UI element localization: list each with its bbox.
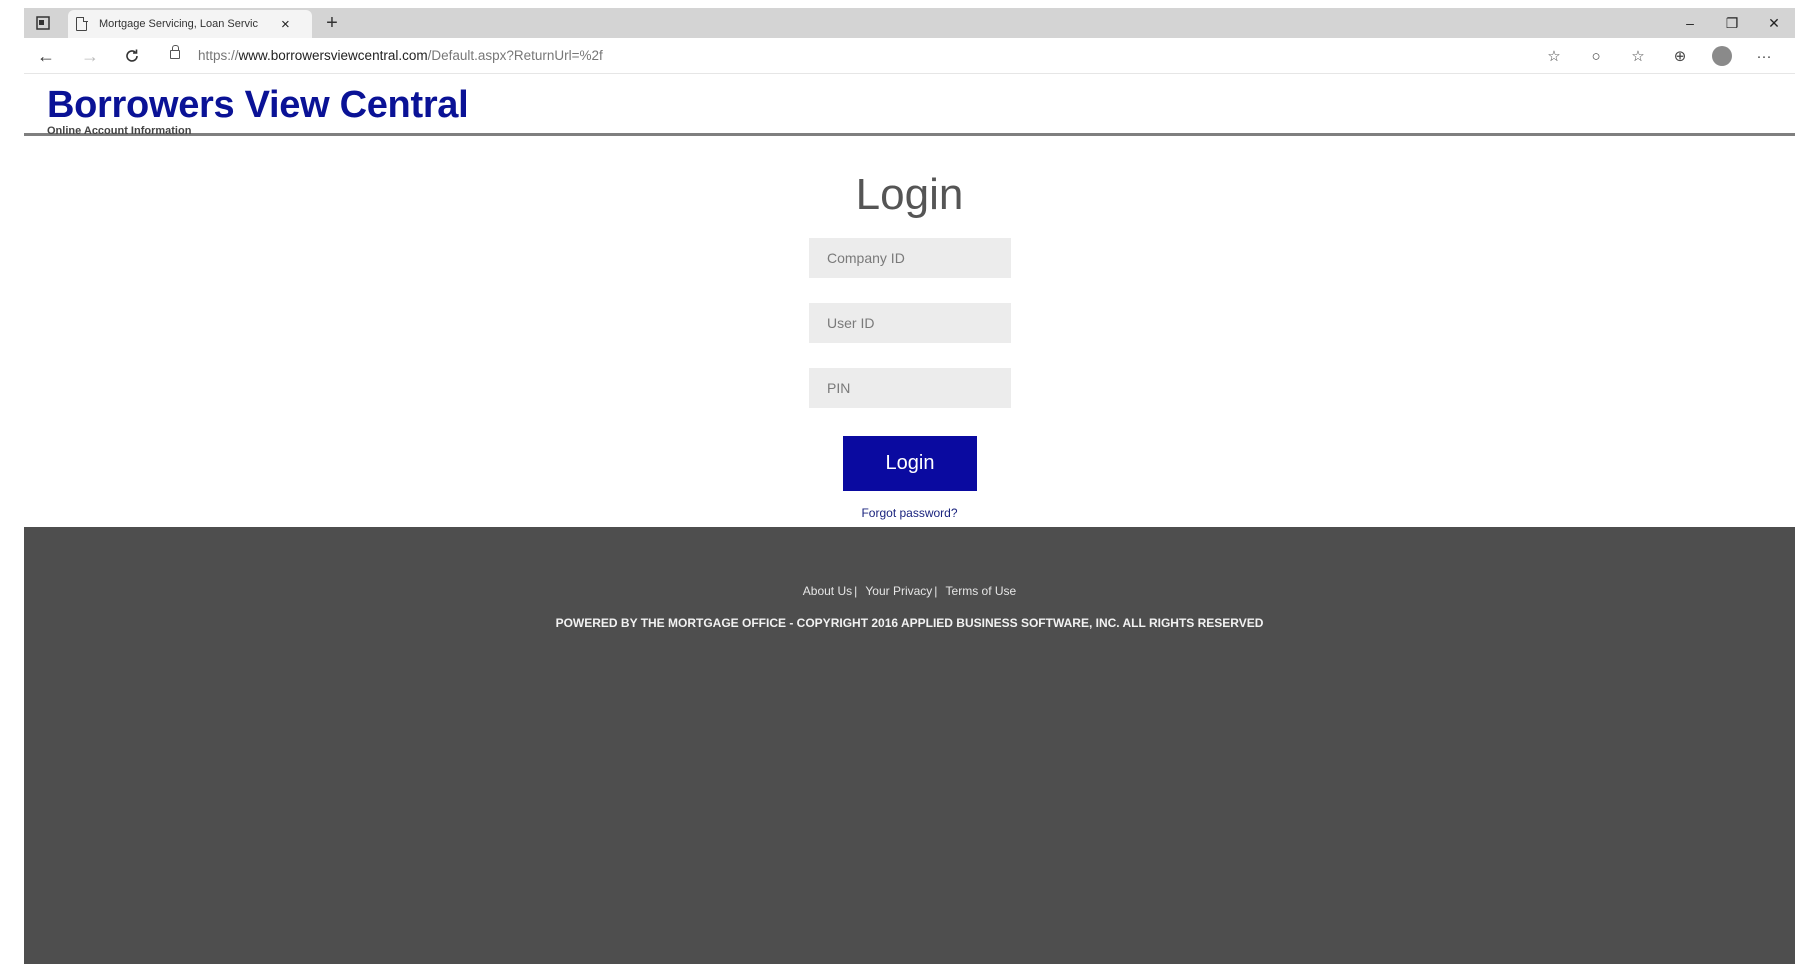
address-bar: ← → https://www.borrowersviewcentral.com… bbox=[24, 38, 1795, 74]
circle-icon[interactable]: ○ bbox=[1575, 48, 1617, 65]
tab-close-icon[interactable]: × bbox=[281, 17, 290, 32]
terms-link[interactable]: Terms of Use bbox=[946, 584, 1017, 598]
minimize-button[interactable]: – bbox=[1669, 8, 1711, 38]
window-controls: – ❐ ✕ bbox=[1669, 8, 1795, 38]
privacy-link[interactable]: Your Privacy bbox=[865, 584, 932, 598]
read-aloud-icon[interactable]: ☆ bbox=[1533, 47, 1575, 65]
about-us-link[interactable]: About Us bbox=[803, 584, 852, 598]
tab-active[interactable]: Mortgage Servicing, Loan Servic × bbox=[68, 10, 312, 38]
lock-icon[interactable] bbox=[170, 45, 180, 59]
close-button[interactable]: ✕ bbox=[1753, 8, 1795, 38]
site-subtitle: Online Account Information bbox=[47, 125, 192, 137]
company-id-field[interactable] bbox=[809, 238, 1011, 278]
url-field[interactable]: https://www.borrowersviewcentral.com/Def… bbox=[198, 48, 603, 63]
browser-window: Mortgage Servicing, Loan Servic × + – ❐ … bbox=[24, 8, 1795, 964]
site-header: Borrowers View Central Online Account In… bbox=[24, 74, 1795, 137]
reload-button[interactable] bbox=[120, 44, 144, 68]
site-logo-text[interactable]: Borrowers View Central bbox=[47, 84, 469, 127]
tab-actions-icon[interactable] bbox=[32, 13, 54, 33]
login-button[interactable]: Login bbox=[843, 436, 977, 491]
browser-toolbar: ☆ ○ ☆ ⊕ ··· bbox=[1533, 44, 1785, 68]
back-button[interactable]: ← bbox=[34, 44, 58, 68]
page-icon bbox=[76, 16, 88, 31]
profile-avatar[interactable] bbox=[1712, 46, 1732, 66]
site-footer: About Us | Your Privacy | Terms of Use POW… bbox=[24, 527, 1795, 964]
forward-button[interactable]: → bbox=[78, 44, 102, 68]
user-id-field[interactable] bbox=[809, 303, 1011, 343]
url-scheme: https:// bbox=[198, 48, 239, 63]
footer-separator: | bbox=[854, 584, 858, 598]
tab-strip: Mortgage Servicing, Loan Servic × + – ❐ … bbox=[24, 8, 1795, 38]
footer-separator: | bbox=[934, 584, 938, 598]
forgot-password-link[interactable]: Forgot password? bbox=[24, 506, 1795, 520]
collections-icon[interactable]: ⊕ bbox=[1659, 47, 1701, 65]
more-menu-icon[interactable]: ··· bbox=[1743, 48, 1785, 65]
new-tab-button[interactable]: + bbox=[320, 11, 344, 35]
tab-title: Mortgage Servicing, Loan Servic bbox=[99, 18, 258, 30]
footer-links: About Us | Your Privacy | Terms of Use bbox=[24, 584, 1795, 598]
favorites-icon[interactable]: ☆ bbox=[1617, 47, 1659, 65]
restore-button[interactable]: ❐ bbox=[1711, 8, 1753, 38]
copyright-text: POWERED BY THE MORTGAGE OFFICE - COPYRIG… bbox=[555, 616, 1264, 630]
login-title: Login bbox=[855, 170, 964, 219]
pin-field[interactable] bbox=[809, 368, 1011, 408]
url-path: /Default.aspx?ReturnUrl=%2f bbox=[427, 48, 603, 63]
url-host: www.borrowersviewcentral.com bbox=[238, 48, 428, 63]
